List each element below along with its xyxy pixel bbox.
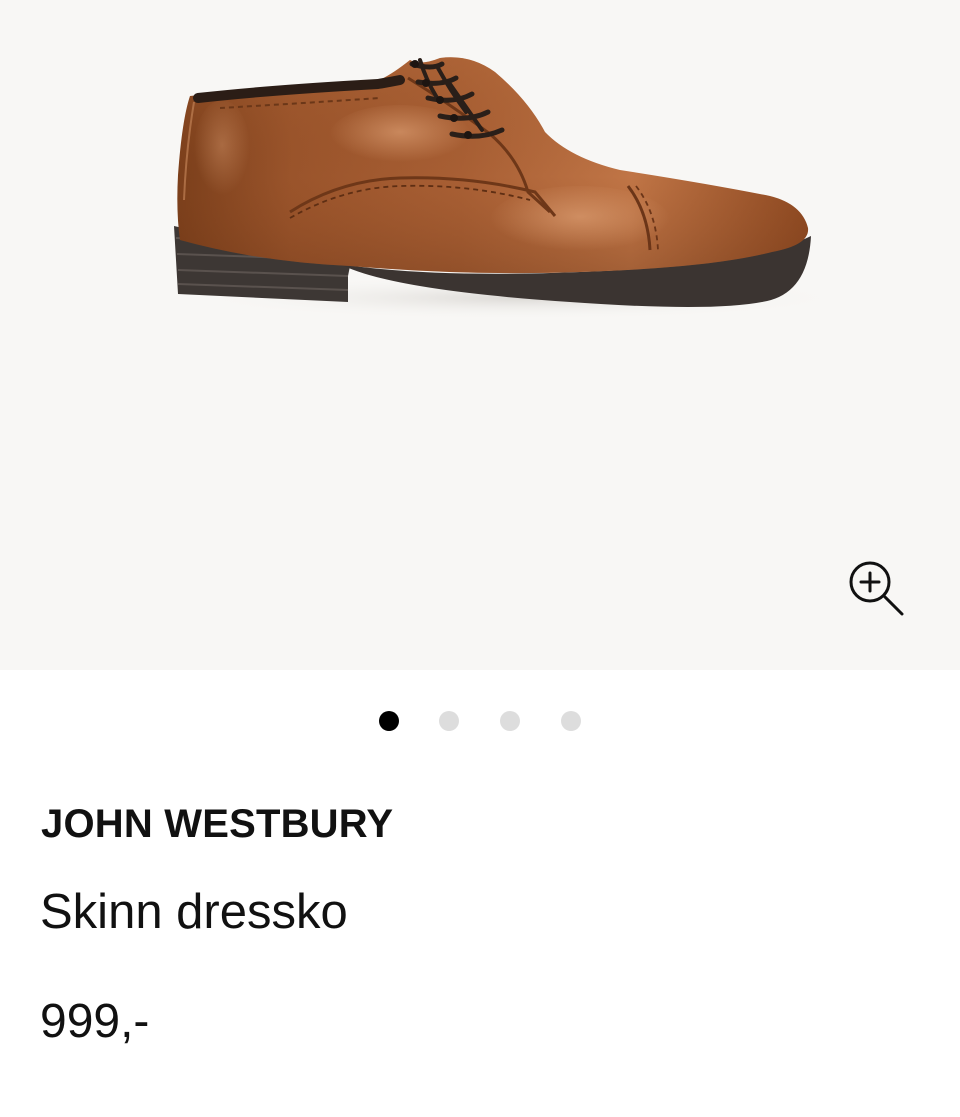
pagination-dot-3[interactable] — [500, 711, 520, 731]
product-image-gallery[interactable] — [0, 0, 960, 670]
zoom-in-icon — [849, 561, 904, 616]
product-brand[interactable]: JOHN WESTBURY — [41, 797, 393, 851]
pagination-dot-1[interactable] — [379, 711, 399, 731]
shoe-image[interactable] — [150, 40, 830, 340]
product-price: 999,- — [40, 995, 150, 1048]
gallery-pagination — [0, 710, 960, 734]
product-page: JOHN WESTBURY Skinn dressko 999,- — [0, 0, 960, 1117]
pagination-dot-4[interactable] — [561, 711, 581, 731]
product-title: Skinn dressko — [40, 885, 348, 939]
zoom-button[interactable] — [844, 558, 910, 624]
pagination-dot-2[interactable] — [439, 711, 459, 731]
